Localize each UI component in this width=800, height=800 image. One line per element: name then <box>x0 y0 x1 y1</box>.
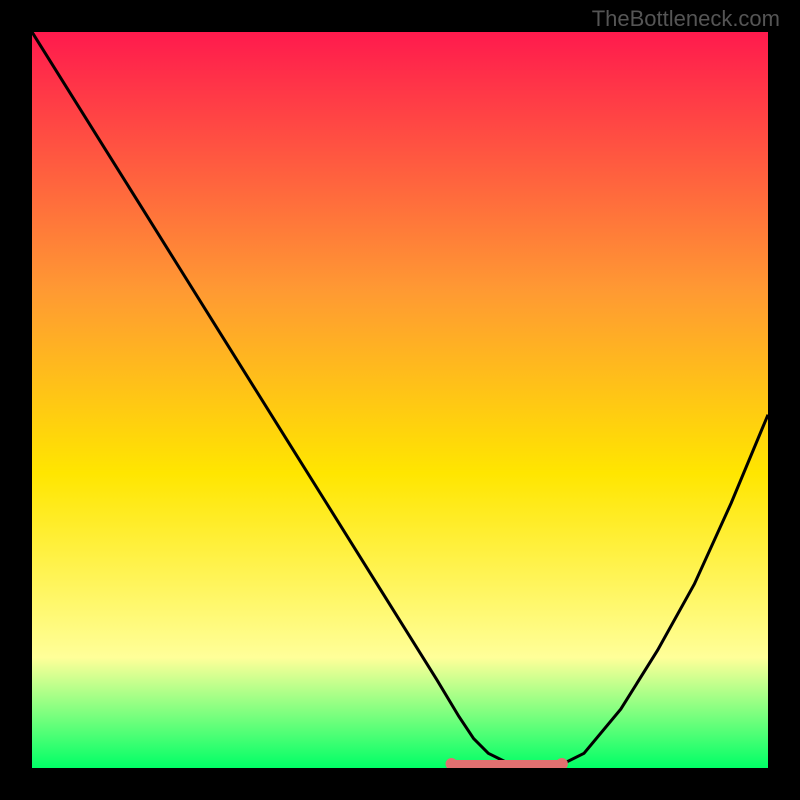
bottleneck-chart <box>32 32 768 768</box>
gradient-bg <box>32 32 768 768</box>
chart-container <box>32 32 768 768</box>
watermark-text: TheBottleneck.com <box>592 6 780 32</box>
